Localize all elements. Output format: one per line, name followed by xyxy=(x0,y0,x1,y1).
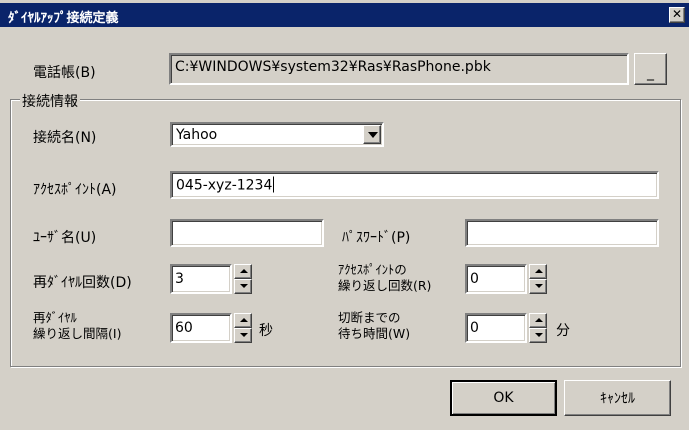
ap-repeat-count-up-button[interactable] xyxy=(529,264,547,279)
redial-interval-unit: 秒 xyxy=(259,323,273,339)
username-label: ﾕｰｻﾞ名(U) xyxy=(33,230,97,246)
chevron-down-icon xyxy=(368,132,378,138)
username-input[interactable] xyxy=(170,219,324,247)
arrow-down-icon xyxy=(535,333,543,337)
arrow-up-icon xyxy=(240,318,248,322)
redial-interval-value: 60 xyxy=(175,320,193,336)
redial-interval-spinner xyxy=(234,313,252,343)
disconnect-wait-unit: 分 xyxy=(556,323,570,339)
redial-interval-down-button[interactable] xyxy=(234,328,252,343)
ap-repeat-label-line1: ｱｸｾｽﾎﾟｲﾝﾄの xyxy=(338,262,407,277)
connection-name-label: 接続名(N) xyxy=(33,130,97,146)
ap-repeat-count-spinner xyxy=(529,264,547,294)
redial-interval-up-button[interactable] xyxy=(234,313,252,328)
close-icon: ✕ xyxy=(671,7,683,21)
password-input[interactable] xyxy=(465,219,659,247)
phonebook-browse-button[interactable]: _ xyxy=(634,53,667,85)
redial-count-value: 3 xyxy=(175,271,184,287)
phonebook-path-field: C:¥WINDOWS¥system32¥Ras¥RasPhone.pbk xyxy=(169,53,629,85)
connection-info-title: 接続情報 xyxy=(20,91,80,111)
disconnect-wait-down-button[interactable] xyxy=(529,328,547,343)
dialup-connection-dialog: ﾀﾞｲﾔﾙｱｯﾌﾟ接続定義 ✕ 電話帳(B) C:¥WINDOWS¥system… xyxy=(0,0,689,430)
redial-interval-input[interactable]: 60 xyxy=(170,313,232,343)
redial-count-up-button[interactable] xyxy=(234,264,252,279)
disconnect-wait-input[interactable]: 0 xyxy=(465,313,527,343)
disconnect-wait-value: 0 xyxy=(470,320,479,336)
access-point-label: ｱｸｾｽﾎﾟｲﾝﾄ(A) xyxy=(33,182,117,198)
arrow-down-icon xyxy=(240,333,248,337)
password-label: ﾊﾟｽﾜｰﾄﾞ(P) xyxy=(342,230,411,246)
phonebook-path-value: C:¥WINDOWS¥system32¥Ras¥RasPhone.pbk xyxy=(175,59,491,75)
browse-button-label: _ xyxy=(647,64,654,81)
disconnect-wait-spinner xyxy=(529,313,547,343)
close-button[interactable]: ✕ xyxy=(669,7,685,23)
arrow-up-icon xyxy=(535,318,543,322)
ok-button-label: OK xyxy=(493,390,514,406)
disconnect-wait-label-line2: 待ち時間(W) xyxy=(338,326,411,341)
arrow-up-icon xyxy=(240,269,248,273)
connection-name-value: Yahoo xyxy=(176,126,218,143)
access-point-value: 045-xyz-1234 xyxy=(176,177,273,194)
ap-repeat-count-value: 0 xyxy=(470,271,479,287)
ap-repeat-count-down-button[interactable] xyxy=(529,279,547,294)
cancel-button-label: ｷｬﾝｾﾙ xyxy=(600,391,635,407)
arrow-down-icon xyxy=(535,284,543,288)
arrow-down-icon xyxy=(240,284,248,288)
redial-count-down-button[interactable] xyxy=(234,279,252,294)
redial-count-input[interactable]: 3 xyxy=(170,264,232,294)
dropdown-arrow-button[interactable] xyxy=(363,125,381,144)
cancel-button[interactable]: ｷｬﾝｾﾙ xyxy=(564,380,671,416)
phonebook-label: 電話帳(B) xyxy=(33,65,96,81)
disconnect-wait-label-line1: 切断までの xyxy=(338,310,401,325)
ap-repeat-count-input[interactable]: 0 xyxy=(465,264,527,294)
redial-count-spinner xyxy=(234,264,252,294)
ok-button[interactable]: OK xyxy=(450,380,557,416)
redial-interval-label-line2: 繰り返し間隔(I) xyxy=(33,326,122,341)
arrow-up-icon xyxy=(535,269,543,273)
access-point-text: 045-xyz-1234 xyxy=(176,176,275,194)
redial-interval-label-line1: 再ﾀﾞｲﾔﾙ xyxy=(33,310,77,325)
redial-count-label: 再ﾀﾞｲﾔﾙ回数(D) xyxy=(33,275,132,291)
access-point-input[interactable]: 045-xyz-1234 xyxy=(170,171,659,199)
ap-repeat-label-line2: 繰り返し回数(R) xyxy=(338,278,432,293)
disconnect-wait-up-button[interactable] xyxy=(529,313,547,328)
connection-name-dropdown[interactable]: Yahoo xyxy=(170,122,384,147)
window-title: ﾀﾞｲﾔﾙｱｯﾌﾟ接続定義 xyxy=(8,11,119,26)
text-caret xyxy=(273,176,275,193)
title-bar[interactable]: ﾀﾞｲﾔﾙｱｯﾌﾟ接続定義 ✕ xyxy=(0,3,689,27)
